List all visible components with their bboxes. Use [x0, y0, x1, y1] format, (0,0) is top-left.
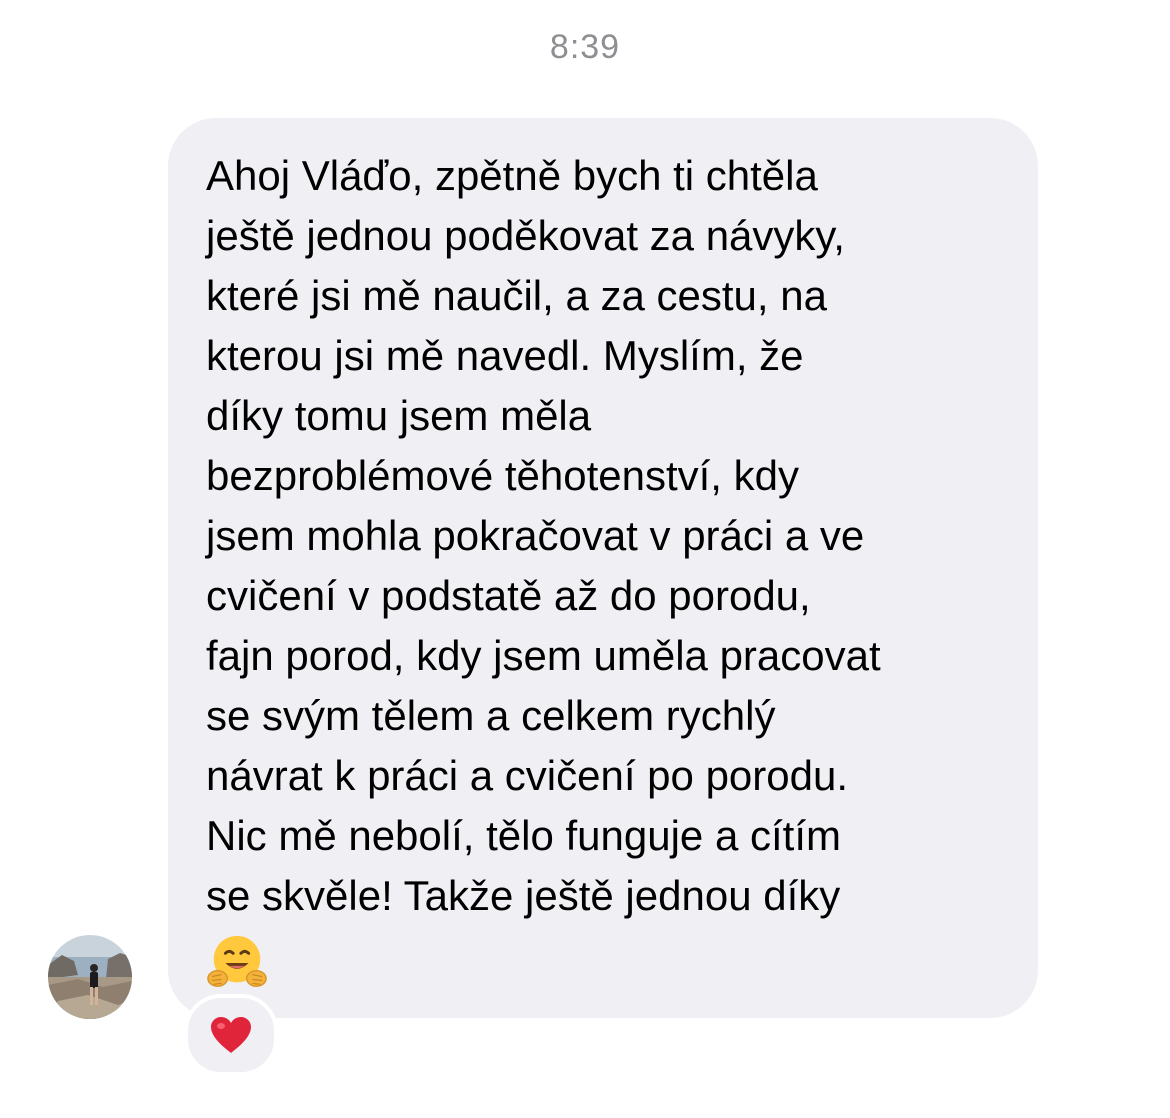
heart-reaction-badge[interactable]	[184, 994, 278, 1076]
chat-thread: 8:39 Ahoj Vláďo, zpětně bych ti chtěla j…	[0, 0, 1170, 1118]
message-text: Ahoj Vláďo, zpětně bych ti chtěla ještě …	[206, 152, 881, 919]
message-timestamp: 8:39	[549, 28, 621, 66]
red-heart-icon	[211, 1017, 251, 1053]
avatar-photo	[48, 935, 132, 1019]
hugging-face-emoji-icon	[207, 935, 267, 987]
sender-avatar[interactable]	[48, 935, 132, 1019]
message-bubble[interactable]: Ahoj Vláďo, zpětně bych ti chtěla ještě …	[168, 118, 1038, 1018]
